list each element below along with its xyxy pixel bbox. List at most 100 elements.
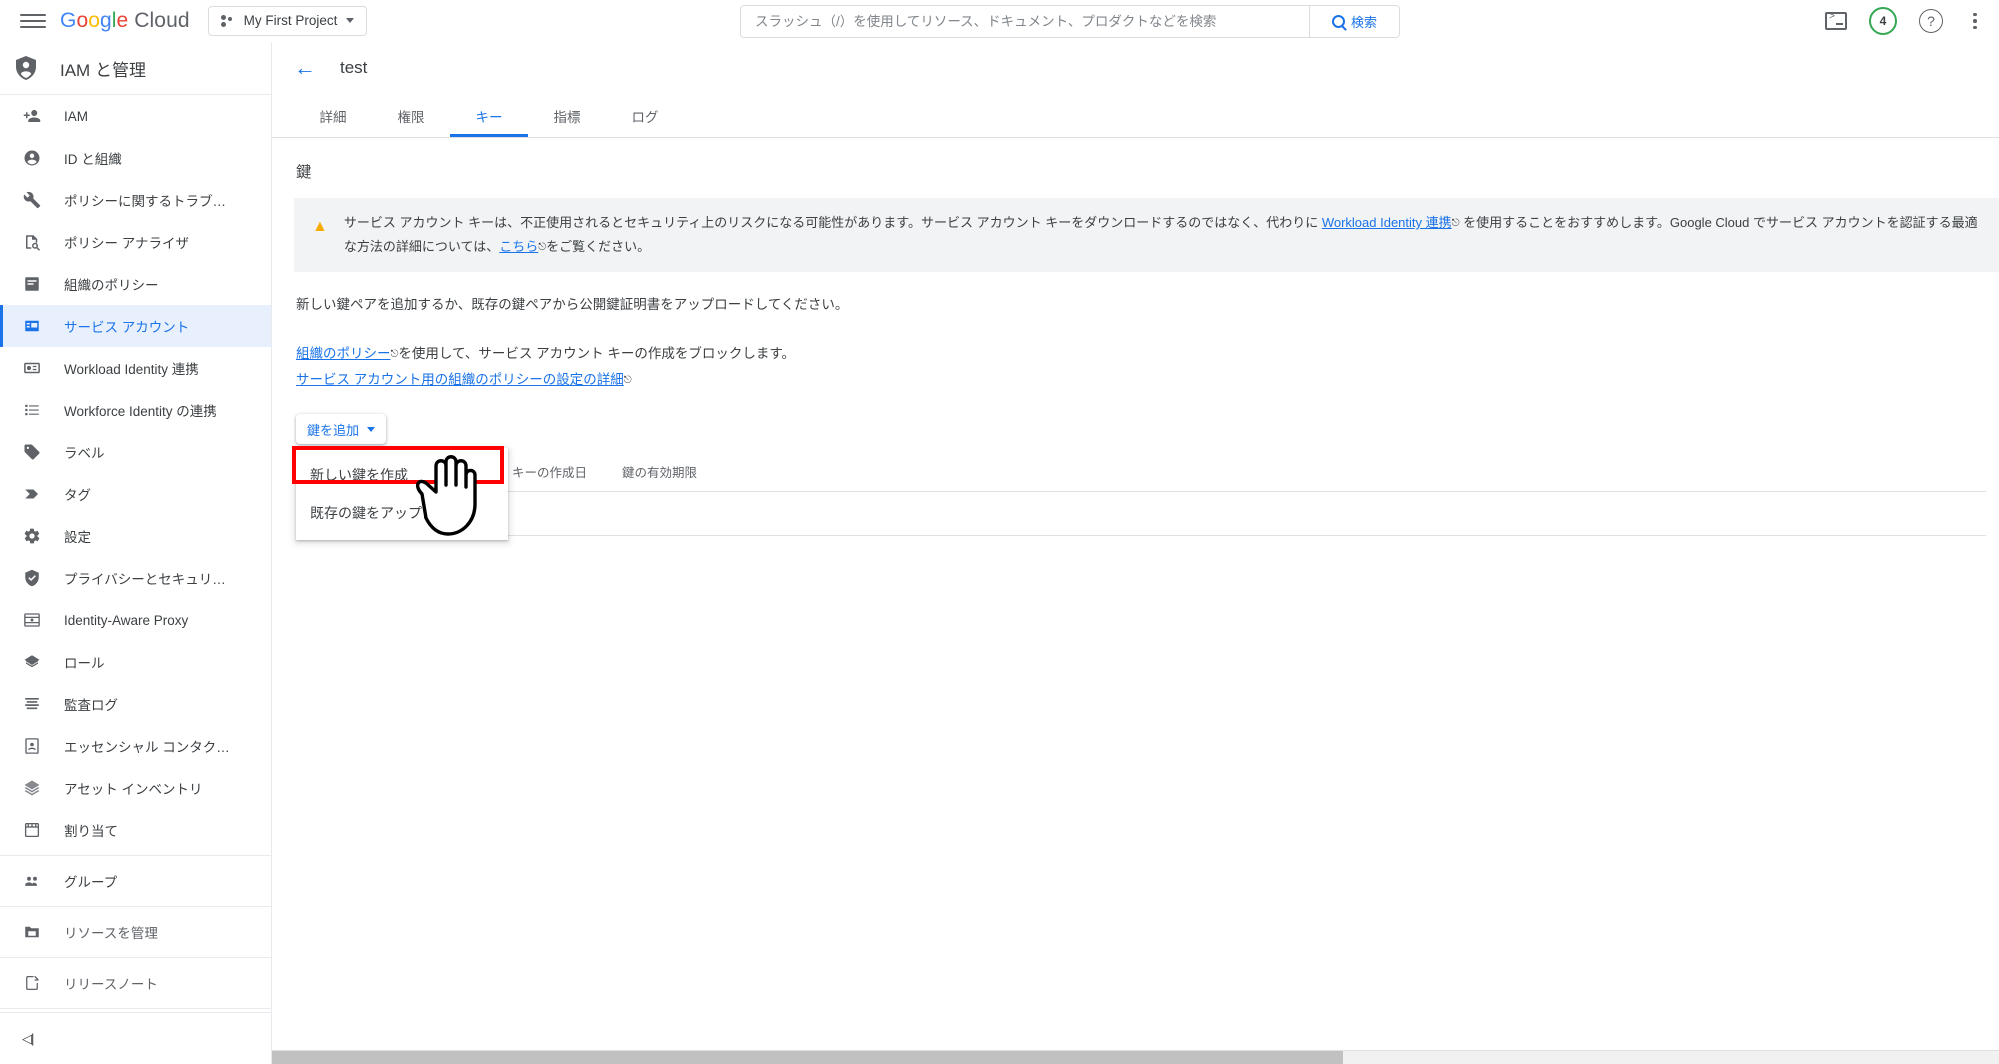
notifications-badge[interactable]: 4 bbox=[1869, 7, 1897, 35]
warning-text: サービス アカウント キーは、不正使用されるとセキュリティ上のリスクになる可能性… bbox=[344, 211, 1985, 259]
section-title: 鍵 bbox=[296, 164, 312, 181]
tab-bar: 詳細 権限 キー 指標 ログ bbox=[272, 94, 1999, 138]
tab-details[interactable]: 詳細 bbox=[294, 94, 372, 137]
sidebar-item-quotas[interactable]: 割り当て bbox=[0, 809, 271, 851]
sidebar-item-label: Workforce Identity の連携 bbox=[64, 404, 217, 419]
menu-item-label: 新しい鍵を作成 bbox=[310, 467, 408, 484]
sidebar-item-tags[interactable]: タグ bbox=[0, 473, 271, 515]
top-header-bar: Google Cloud My First Project 検索 4 ? bbox=[0, 0, 1999, 42]
sidebar-item-roles[interactable]: ロール bbox=[0, 641, 271, 683]
cloud-shell-terminal-icon[interactable] bbox=[1825, 12, 1847, 30]
chevron-down-icon bbox=[346, 18, 355, 23]
policy-board-icon bbox=[22, 275, 42, 293]
shield-check-icon bbox=[22, 569, 42, 587]
sidebar-item-label: アセット インベントリ bbox=[64, 782, 203, 797]
menu-item-create-new-key[interactable]: 新しい鍵を作成 bbox=[296, 456, 508, 494]
sidebar-item-workforce-identity-federation[interactable]: Workforce Identity の連携 bbox=[0, 389, 271, 431]
keys-panel: 鍵 ▲ サービス アカウント キーは、不正使用されるとセキュリティ上のリスクにな… bbox=[272, 138, 1999, 541]
sidebar-item-label: ポリシーに関するトラブ… bbox=[64, 194, 226, 209]
add-key-area: 鍵を追加 新しい鍵を作成 既存の鍵をアップロード キーの作成日 鍵の有効期限 bbox=[292, 414, 1986, 541]
security-warning-banner: ▲ サービス アカウント キーは、不正使用されるとセキュリティ上のリスクになる可… bbox=[294, 198, 1999, 273]
hamburger-menu-icon[interactable] bbox=[20, 8, 46, 34]
horizontal-scrollbar[interactable] bbox=[272, 1050, 1999, 1064]
asset-inventory-icon bbox=[22, 779, 42, 797]
badge-icon bbox=[22, 359, 42, 377]
search-button-label: 検索 bbox=[1350, 15, 1377, 30]
tab-permissions[interactable]: 権限 bbox=[372, 94, 450, 137]
sidebar-item-audit-logs[interactable]: 監査ログ bbox=[0, 683, 271, 725]
quota-icon bbox=[22, 821, 42, 839]
sidebar-scroll-area[interactable]: IAM ID と組織 ポリシーに関するトラブ… ポリシー アナライザ 組織のポリ bbox=[0, 95, 271, 1012]
org-policy-link[interactable]: 組織のポリシー bbox=[296, 346, 391, 361]
sidebar-item-identity-aware-proxy[interactable]: Identity-Aware Proxy bbox=[0, 599, 271, 641]
contacts-icon bbox=[22, 737, 42, 755]
sidebar-item-groups[interactable]: グループ bbox=[0, 860, 271, 902]
sidebar-item-workload-identity-federation[interactable]: Workload Identity 連携 bbox=[0, 347, 271, 389]
sidebar-title: IAM と管理 bbox=[60, 60, 146, 80]
external-link-icon: ⎋ bbox=[1451, 218, 1460, 229]
sidebar-item-asset-inventory[interactable]: アセット インベントリ bbox=[0, 767, 271, 809]
header-actions: 4 ? bbox=[1825, 0, 1985, 42]
search-button[interactable]: 検索 bbox=[1309, 6, 1399, 37]
search-bar[interactable]: 検索 bbox=[740, 5, 1400, 38]
sidebar-item-policy-analyzer[interactable]: ポリシー アナライザ bbox=[0, 221, 271, 263]
sidebar-item-label: 設定 bbox=[64, 530, 91, 545]
sidebar-item-service-accounts[interactable]: サービス アカウント bbox=[0, 305, 271, 347]
kebab-menu-icon[interactable] bbox=[1965, 9, 1985, 33]
org-policy-rest-text: を使用して、サービス アカウント キーの作成をブロックします。 bbox=[398, 346, 795, 362]
sidebar-item-identity-org[interactable]: ID と組織 bbox=[0, 137, 271, 179]
add-key-button[interactable]: 鍵を追加 bbox=[296, 414, 387, 445]
sidebar-item-label: サービス アカウント bbox=[64, 320, 190, 335]
add-key-dropdown-menu[interactable]: 新しい鍵を作成 既存の鍵をアップロード bbox=[296, 448, 508, 541]
tab-metrics[interactable]: 指標 bbox=[528, 94, 606, 137]
person-add-icon bbox=[22, 107, 42, 125]
sidebar-item-iam[interactable]: IAM bbox=[0, 95, 271, 137]
sidebar-item-label: タグ bbox=[64, 488, 91, 503]
table-header-key-expiry: 鍵の有効期限 bbox=[622, 466, 698, 481]
tab-logs[interactable]: ログ bbox=[606, 94, 684, 137]
sidebar-item-essential-contacts[interactable]: エッセンシャル コンタク… bbox=[0, 725, 271, 767]
horizontal-scrollbar-thumb[interactable] bbox=[272, 1051, 1343, 1064]
collapse-sidebar-icon[interactable]: ◁| bbox=[22, 1031, 34, 1047]
help-circle-icon[interactable]: ? bbox=[1919, 9, 1943, 33]
learn-more-link[interactable]: こちら bbox=[499, 239, 538, 254]
sidebar-item-settings[interactable]: 設定 bbox=[0, 515, 271, 557]
tab-label: ログ bbox=[631, 109, 659, 125]
warning-text-part3: をご覧ください。 bbox=[546, 239, 651, 255]
sidebar-item-release-notes[interactable]: リリースノート bbox=[0, 962, 271, 1004]
tag-icon bbox=[22, 485, 42, 503]
sidebar-item-org-policies[interactable]: 組織のポリシー bbox=[0, 263, 271, 305]
audit-log-icon bbox=[22, 695, 42, 713]
policy-links: 組織のポリシー⎋を使用して、サービス アカウント キーの作成をブロックします。 … bbox=[296, 341, 1977, 392]
google-cloud-logo: Google Cloud bbox=[60, 8, 190, 32]
sidebar-item-label: プライバシーとセキュリ… bbox=[64, 572, 226, 587]
sidebar-item-label: ポリシー アナライザ bbox=[64, 236, 189, 251]
sidebar-item-privacy-security[interactable]: プライバシーとセキュリ… bbox=[0, 557, 271, 599]
back-arrow-icon[interactable]: ← bbox=[294, 57, 316, 79]
sidebar-item-labels[interactable]: ラベル bbox=[0, 431, 271, 473]
project-selector[interactable]: My First Project bbox=[207, 5, 368, 36]
sidebar-item-label: ロール bbox=[64, 656, 105, 671]
sidebar-item-manage-resources[interactable]: リソースを管理 bbox=[0, 911, 271, 953]
sidebar-item-label: グループ bbox=[64, 875, 118, 890]
sidebar: IAM と管理 IAM ID と組織 ポリシーに関するトラブ… ポリシー アナラ… bbox=[0, 42, 272, 1064]
warning-text-part1: サービス アカウント キーは、不正使用されるとセキュリティ上のリスクになる可能性… bbox=[343, 215, 1322, 230]
sidebar-item-label: 割り当て bbox=[64, 824, 118, 839]
sidebar-item-label: Workload Identity 連携 bbox=[64, 362, 199, 377]
list-icon bbox=[22, 401, 42, 419]
keys-description: 新しい鍵ペアを追加するか、既存の鍵ペアから公開鍵証明書をアップロードしてください… bbox=[296, 297, 849, 313]
search-input[interactable] bbox=[741, 6, 1309, 37]
sa-org-policy-link[interactable]: サービス アカウント用の組織のポリシーの設定の詳細 bbox=[296, 372, 624, 387]
sidebar-item-label: 組織のポリシー bbox=[64, 278, 159, 293]
table-header-key-created: キーの作成日 bbox=[512, 466, 588, 481]
sidebar-item-label: Identity-Aware Proxy bbox=[64, 612, 189, 628]
workload-identity-federation-link[interactable]: Workload Identity 連携 bbox=[1322, 215, 1452, 230]
sidebar-item-policy-troubleshooter[interactable]: ポリシーに関するトラブ… bbox=[0, 179, 271, 221]
sidebar-item-label: IAM bbox=[64, 108, 89, 124]
menu-item-upload-existing-key[interactable]: 既存の鍵をアップロード bbox=[296, 494, 508, 532]
roles-icon bbox=[22, 653, 42, 671]
proxy-icon bbox=[22, 611, 42, 629]
release-notes-icon bbox=[22, 974, 42, 992]
tab-keys[interactable]: キー bbox=[450, 94, 528, 137]
menu-item-label: 既存の鍵をアップロード bbox=[310, 505, 464, 522]
